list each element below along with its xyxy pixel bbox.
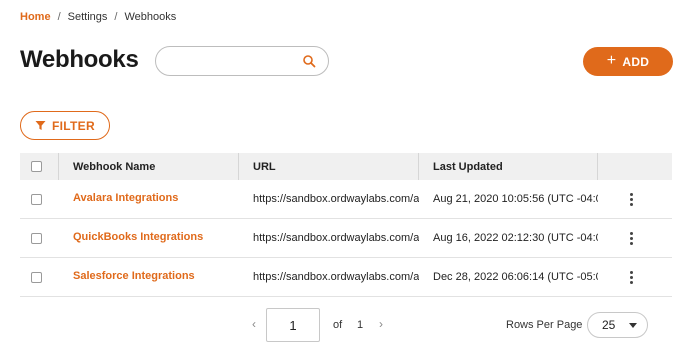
webhook-last-updated: Aug 16, 2022 02:12:30 (UTC -04:0 [433, 232, 598, 244]
filter-button[interactable]: FILTER [20, 111, 110, 140]
webhook-url: https://sandbox.ordwaylabs.com/ap [253, 271, 419, 283]
webhook-name-link[interactable]: QuickBooks Integrations [73, 231, 203, 243]
webhook-url: https://sandbox.ordwaylabs.com/ap [253, 232, 419, 244]
search-icon[interactable] [302, 54, 316, 68]
search-input[interactable] [168, 53, 298, 69]
plus-icon: + [606, 52, 617, 69]
row-checkbox[interactable] [31, 194, 42, 205]
column-header-url[interactable]: URL [253, 161, 276, 173]
column-divider [58, 153, 59, 180]
webhook-name-link[interactable]: Salesforce Integrations [73, 270, 195, 282]
page-of-label: of [333, 319, 343, 331]
select-all-checkbox[interactable] [31, 161, 42, 172]
breadcrumb-separator: / [114, 11, 118, 23]
pagination: ‹ 1 of 1 › Rows Per Page 25 [0, 308, 688, 342]
webhooks-table: Webhook Name URL Last Updated Avalara In… [20, 153, 672, 297]
add-webhook-button[interactable]: + ADD [583, 47, 673, 76]
breadcrumb-settings-link[interactable]: Settings [68, 11, 108, 23]
rows-per-page-value: 25 [602, 318, 616, 332]
table-row: Avalara Integrations https://sandbox.ord… [20, 180, 672, 219]
add-button-label: ADD [622, 54, 650, 69]
filter-button-label: FILTER [52, 118, 95, 133]
rows-per-page-label: Rows Per Page [506, 319, 583, 331]
rows-per-page-select[interactable]: 25 [587, 312, 648, 338]
breadcrumb-home-link[interactable]: Home [20, 11, 51, 23]
search-box[interactable] [155, 46, 329, 76]
page-number-input[interactable]: 1 [266, 308, 320, 342]
webhook-last-updated: Aug 21, 2020 10:05:56 (UTC -04:0 [433, 193, 598, 205]
column-divider[interactable] [238, 153, 239, 180]
table-header: Webhook Name URL Last Updated [20, 153, 672, 180]
webhook-last-updated: Dec 28, 2022 06:06:14 (UTC -05:0 [433, 271, 598, 283]
chevron-left-icon[interactable]: ‹ [252, 317, 256, 331]
caret-down-icon [629, 323, 637, 328]
breadcrumb-separator: / [57, 11, 61, 23]
webhook-url: https://sandbox.ordwaylabs.com/ap [253, 193, 419, 205]
webhook-name-link[interactable]: Avalara Integrations [73, 192, 178, 204]
more-vert-icon[interactable] [630, 193, 633, 206]
more-vert-icon[interactable] [630, 232, 633, 245]
breadcrumb-current: Webhooks [124, 11, 177, 23]
row-checkbox[interactable] [31, 233, 42, 244]
column-header-webhook-name[interactable]: Webhook Name [73, 161, 155, 173]
total-pages: 1 [357, 319, 364, 331]
table-row: QuickBooks Integrations https://sandbox.… [20, 219, 672, 258]
column-divider[interactable] [597, 153, 598, 180]
column-divider[interactable] [418, 153, 419, 180]
breadcrumb: Home / Settings / Webhooks [20, 11, 176, 23]
chevron-right-icon[interactable]: › [379, 317, 383, 331]
more-vert-icon[interactable] [630, 271, 633, 284]
filter-icon [35, 121, 46, 130]
table-row: Salesforce Integrations https://sandbox.… [20, 258, 672, 297]
row-checkbox[interactable] [31, 272, 42, 283]
page-title: Webhooks [20, 46, 139, 73]
column-header-last-updated[interactable]: Last Updated [433, 161, 503, 173]
